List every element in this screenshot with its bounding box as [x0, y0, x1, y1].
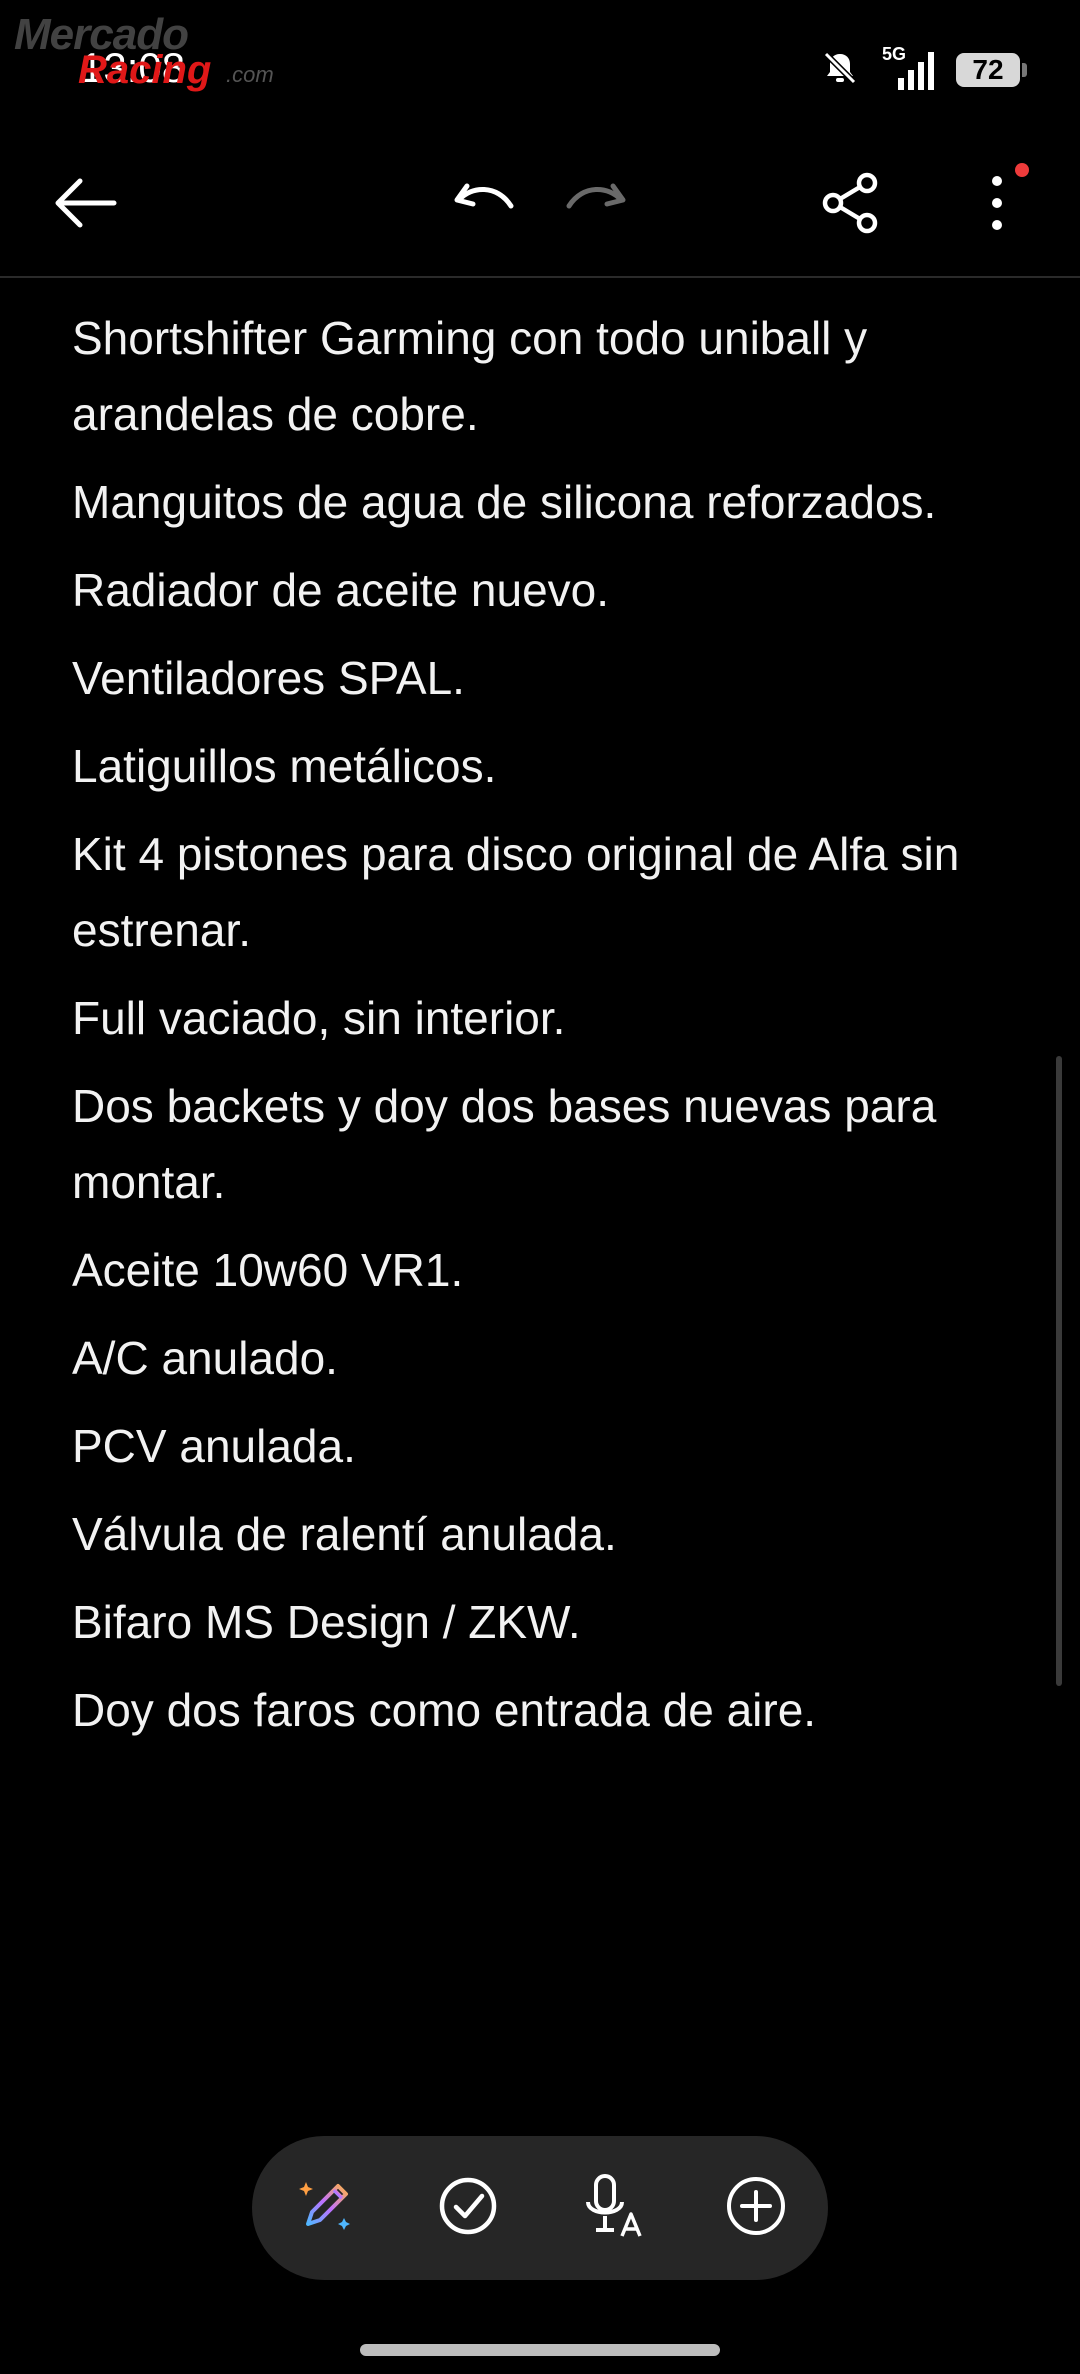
watermark-suffix: .com — [226, 62, 274, 87]
note-line[interactable]: PCV anulada. — [72, 1408, 1012, 1484]
signal-icon: 5G — [878, 44, 938, 92]
note-line[interactable]: Shortshifter Garming con todo uniball y … — [72, 300, 1012, 452]
checklist-button[interactable] — [428, 2168, 508, 2248]
note-line[interactable]: Doy dos faros como entrada de aire. — [72, 1672, 1012, 1748]
note-line[interactable]: Dos backets y doy dos bases nuevas para … — [72, 1068, 1012, 1220]
redo-icon — [563, 178, 627, 233]
note-line[interactable]: Radiador de aceite nuevo. — [72, 552, 1012, 628]
note-line[interactable]: Aceite 10w60 VR1. — [72, 1232, 1012, 1308]
note-line[interactable]: Ventiladores SPAL. — [72, 640, 1012, 716]
home-indicator[interactable] — [360, 2344, 720, 2356]
ai-pen-icon — [294, 2174, 358, 2243]
add-button[interactable] — [716, 2168, 796, 2248]
watermark-text-bottom: Racing — [78, 48, 212, 92]
toolbar-divider — [0, 276, 1080, 278]
back-button[interactable] — [40, 160, 130, 250]
share-button[interactable] — [806, 160, 896, 250]
status-icons: 5G 72 — [820, 44, 1027, 93]
note-line[interactable]: Latiguillos metálicos. — [72, 728, 1012, 804]
note-line[interactable]: Bifaro MS Design / ZKW. — [72, 1584, 1012, 1660]
more-vertical-icon — [987, 162, 1029, 238]
bell-off-icon — [820, 48, 860, 93]
more-options-button[interactable] — [952, 160, 1042, 250]
note-line[interactable]: Kit 4 pistones para disco original de Al… — [72, 816, 1012, 968]
undo-icon — [453, 178, 517, 233]
status-bar: 13:08 Mercado Racing .com 5G 72 — [0, 0, 1080, 120]
add-icon — [724, 2174, 788, 2243]
note-line[interactable]: Válvula de ralentí anulada. — [72, 1496, 1012, 1572]
voice-transcribe-button[interactable] — [574, 2168, 654, 2248]
undo-button[interactable] — [440, 160, 530, 250]
note-line[interactable]: A/C anulado. — [72, 1320, 1012, 1396]
note-line[interactable]: Full vaciado, sin interior. — [72, 980, 1012, 1056]
share-icon — [819, 171, 883, 240]
note-toolbar — [0, 140, 1080, 270]
checkbox-icon — [436, 2174, 500, 2243]
notification-dot — [1015, 162, 1029, 177]
ai-assist-button[interactable] — [286, 2168, 366, 2248]
note-body[interactable]: Shortshifter Garming con todo uniball y … — [72, 300, 1012, 1760]
scrollbar[interactable] — [1056, 1056, 1062, 1686]
watermark-logo: Mercado Racing .com — [8, 8, 278, 92]
redo-button[interactable] — [550, 160, 640, 250]
bottom-action-bar — [252, 2136, 828, 2280]
voice-transcribe-icon — [578, 2170, 650, 2247]
battery-indicator: 72 — [956, 53, 1027, 87]
arrow-left-icon — [50, 173, 120, 238]
note-line[interactable]: Manguitos de agua de silicona reforzados… — [72, 464, 1012, 540]
